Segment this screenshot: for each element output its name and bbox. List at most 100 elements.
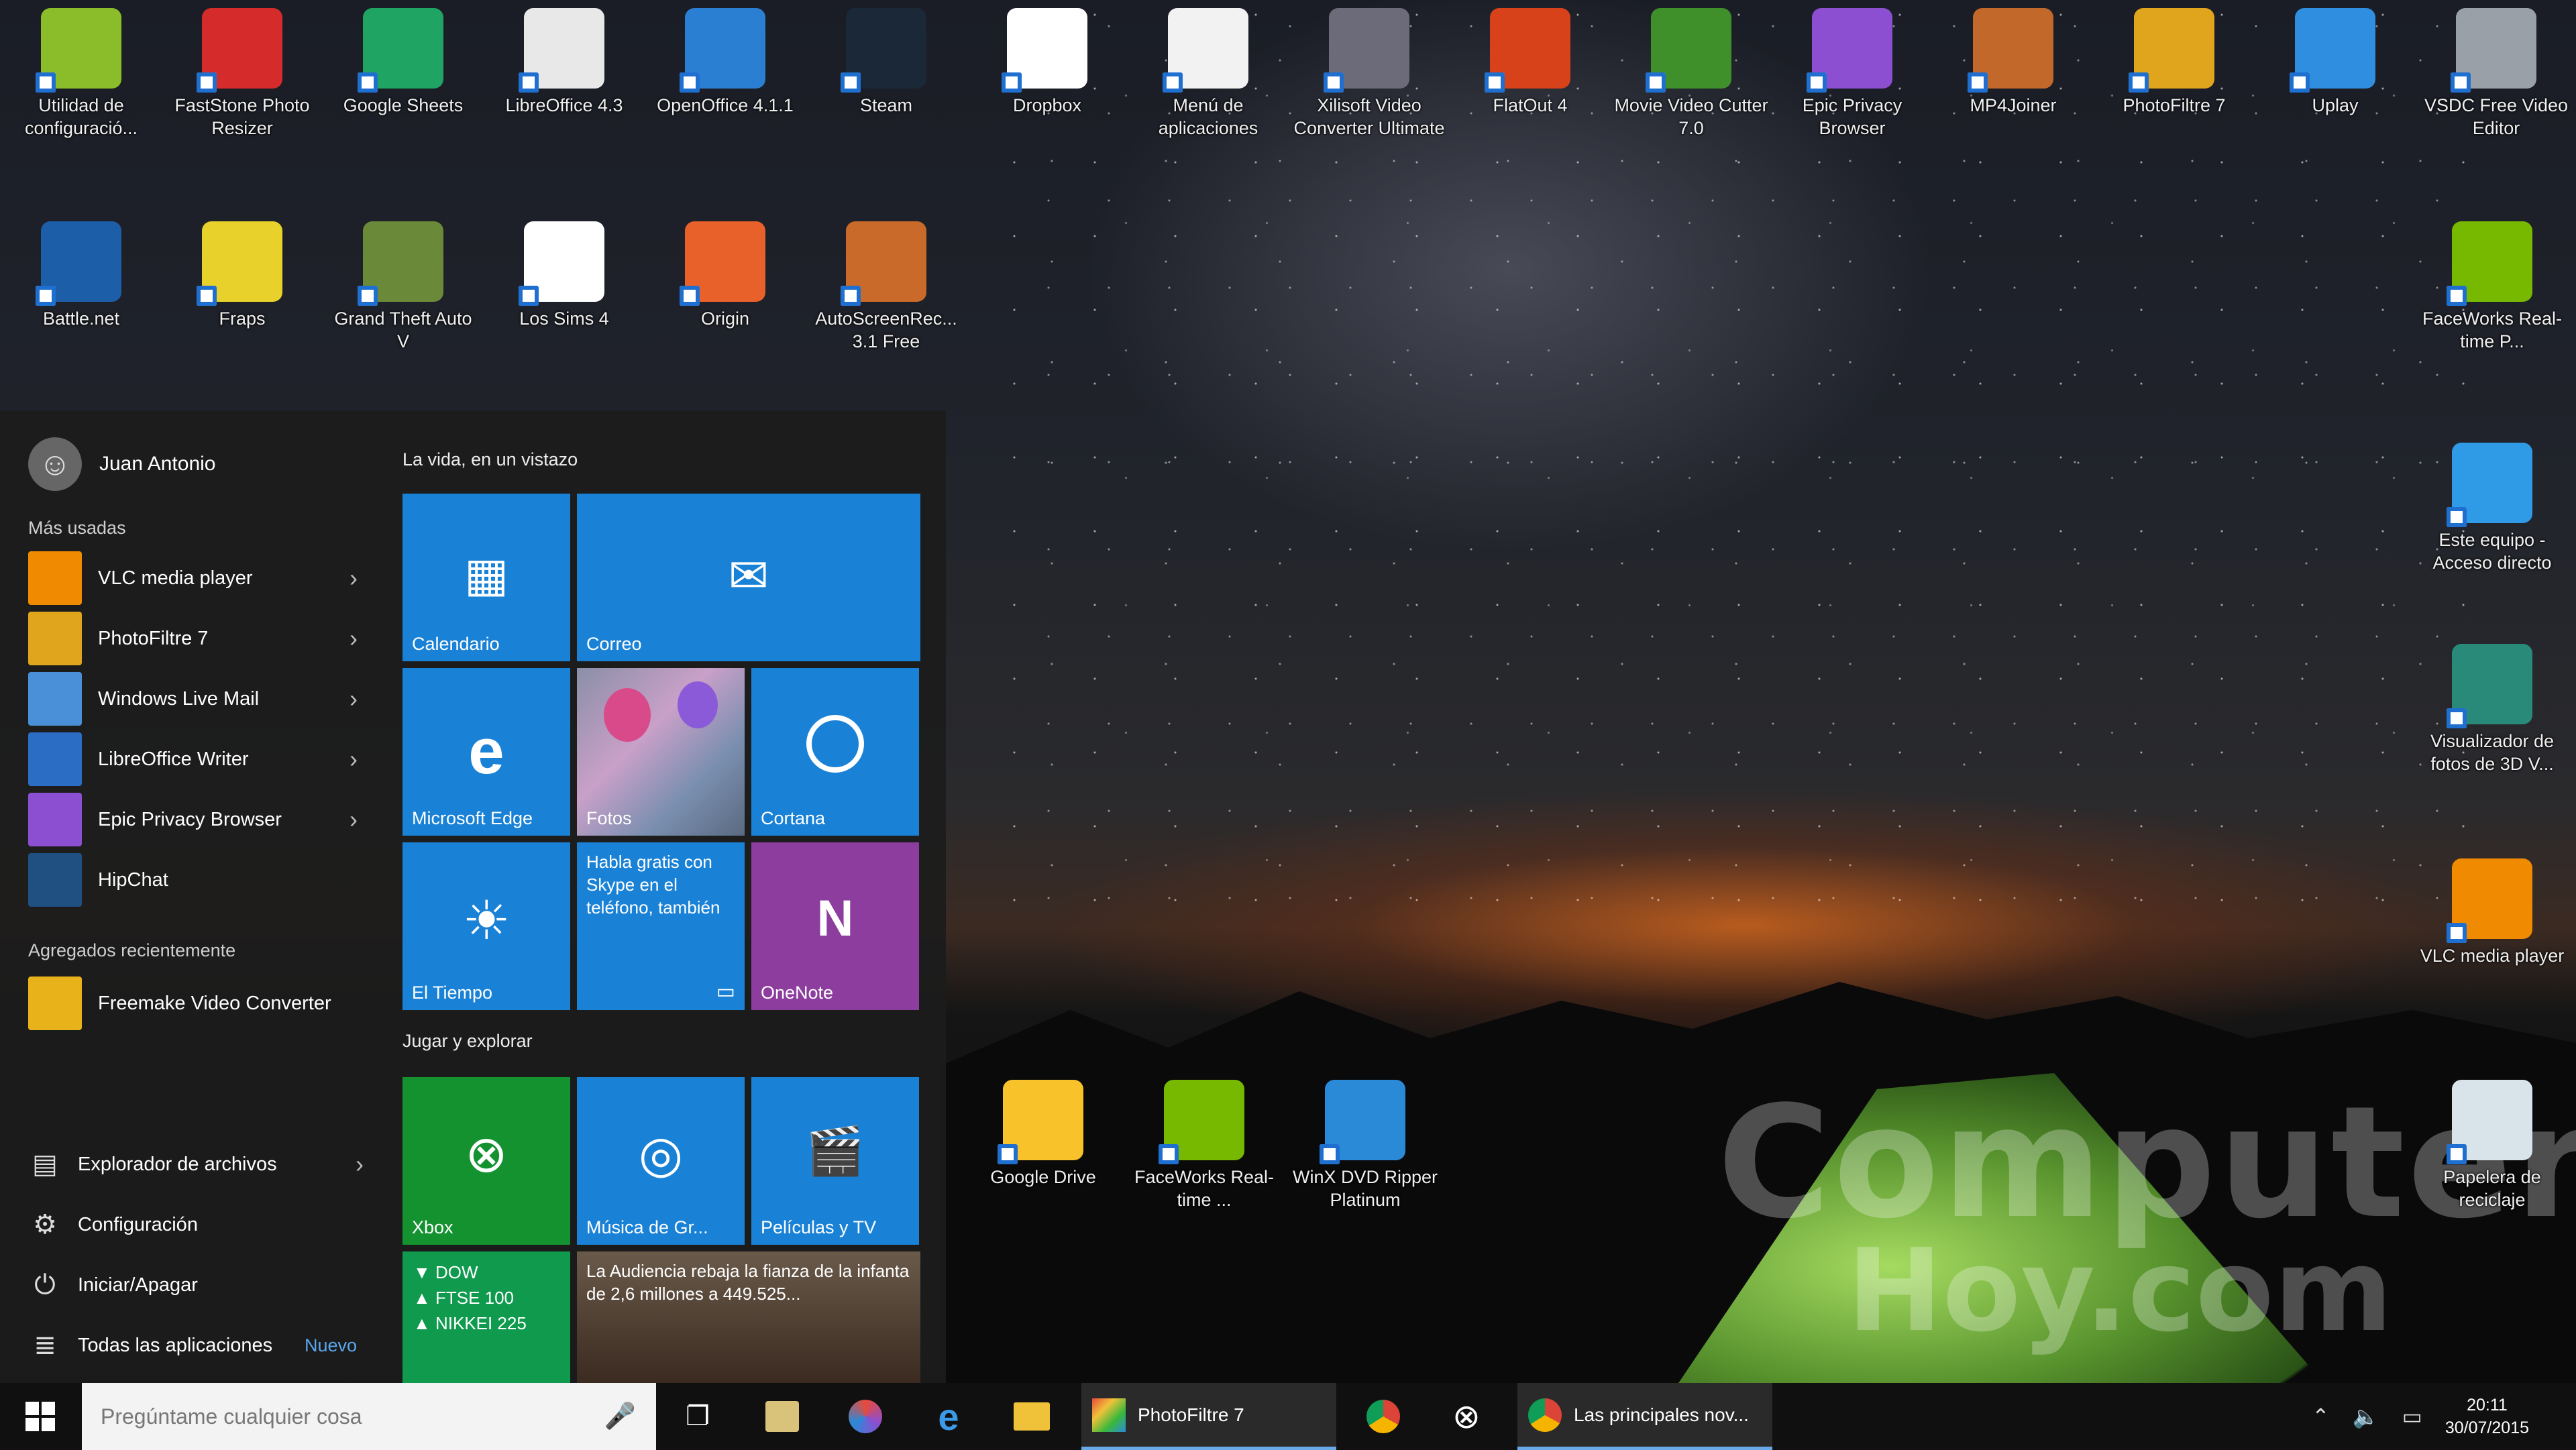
desktop-icon-winx-dvd-ripper-platinum[interactable]: WinX DVD Ripper Platinum (1288, 1080, 1442, 1211)
system-tray: ⌃ 🔈 ▭ 20:11 30/07/2015 (2312, 1383, 2576, 1450)
desktop-icon-utilidad-de-configuracio[interactable]: Utilidad de configuració... (4, 8, 158, 140)
desktop-icon-xilisoft-video-converter-ultimate[interactable]: Xilisoft Video Converter Ultimate (1292, 8, 1446, 140)
start-system-configuracion[interactable]: ⚙ Configuración (28, 1198, 364, 1251)
desktop-icon-visualizador-de-fotos-de-3d-v[interactable]: Visualizador de fotos de 3D V... (2415, 644, 2569, 775)
desktop-icon-papelera-de-reciclaje[interactable]: Papelera de reciclaje (2415, 1080, 2569, 1211)
start-system-todas-las-aplicaciones[interactable]: ≣ Todas las aplicaciones Nuevo (28, 1319, 364, 1372)
desktop-icon-menu-de-aplicaciones[interactable]: Menú de aplicaciones (1131, 8, 1285, 140)
desktop-icon-uplay[interactable]: Uplay (2258, 8, 2412, 117)
desktop-icon-google-drive[interactable]: Google Drive (966, 1080, 1120, 1188)
start-app-label: VLC media player (98, 567, 253, 589)
tile-groove-music[interactable]: ◎ Música de Gr... (577, 1077, 745, 1245)
epic-browser-icon (849, 1400, 882, 1433)
dropbox-icon (1002, 8, 1087, 93)
desktop-icon-grand-theft-auto-v[interactable]: Grand Theft Auto V (326, 221, 480, 353)
writer-icon (28, 732, 82, 786)
desktop-icon-label: LibreOffice 4.3 (505, 95, 623, 115)
start-app-libreoffice-writer[interactable]: LibreOffice Writer › (28, 732, 364, 786)
chevron-right-icon[interactable]: › (343, 564, 364, 592)
desktop-icon-google-sheets[interactable]: Google Sheets (326, 8, 480, 117)
tile-news[interactable]: La Audiencia rebaja la fianza de la infa… (577, 1251, 920, 1383)
desktop-icon-label: Xilisoft Video Converter Ultimate (1293, 95, 1445, 138)
start-app-windows-live-mail[interactable]: Windows Live Mail › (28, 672, 364, 726)
start-app-vlc-media-player[interactable]: VLC media player › (28, 551, 364, 605)
chevron-right-icon[interactable]: › (343, 685, 364, 713)
desktop-icon-label: Battle.net (42, 309, 120, 329)
taskbar-app-epic[interactable] (825, 1383, 906, 1450)
task-view-button[interactable]: ❐ (657, 1383, 738, 1450)
tile-cortana[interactable]: Cortana (751, 668, 919, 836)
desktop-icon-steam[interactable]: Steam (809, 8, 963, 117)
desktop-icon-vsdc-free-video-editor[interactable]: VSDC Free Video Editor (2419, 8, 2573, 140)
tile-edge[interactable]: e Microsoft Edge (402, 668, 570, 836)
movie-video-cutter-7-0-icon (1646, 8, 1731, 93)
tile-mail[interactable]: ✉ Correo (577, 494, 920, 661)
folder-icon: ▤ (32, 1150, 58, 1179)
volume-icon[interactable]: 🔈 (2353, 1404, 2379, 1429)
desktop-icon-epic-privacy-browser[interactable]: Epic Privacy Browser (1775, 8, 1929, 140)
tile-money[interactable]: ▼ DOW ▲ FTSE 100 ▲ NIKKEI 225 (402, 1251, 570, 1383)
photofiltre-icon (28, 612, 82, 665)
desktop-icon-label: Google Sheets (343, 95, 464, 115)
clock[interactable]: 20:11 30/07/2015 (2445, 1394, 2529, 1439)
tile-skype[interactable]: Habla gratis con Skype en el teléfono, t… (577, 842, 745, 1010)
start-app-epic-privacy-browser[interactable]: Epic Privacy Browser › (28, 793, 364, 846)
microphone-icon[interactable]: 🎤 (604, 1402, 636, 1431)
desktop-icon-label: Grand Theft Auto V (334, 309, 472, 351)
desktop-icon-faceworks-real-time[interactable]: FaceWorks Real-time ... (1127, 1080, 1281, 1211)
taskbar-window-chrome[interactable]: Las principales nov... (1517, 1383, 1772, 1450)
desktop-icon-dropbox[interactable]: Dropbox (970, 8, 1124, 117)
skype-phone-icon: ▭ (716, 981, 735, 1003)
search-box[interactable]: Pregúntame cualquier cosa 🎤 (82, 1383, 656, 1450)
start-app-hipchat[interactable]: HipChat (28, 853, 364, 907)
start-system-iniciar-apagar[interactable]: ⏻ Iniciar/Apagar (28, 1258, 364, 1312)
desktop-icon-battle-net[interactable]: Battle.net (4, 221, 158, 330)
taskbar-window-photofiltre[interactable]: PhotoFiltre 7 (1081, 1383, 1336, 1450)
tile-photos[interactable]: Fotos (577, 668, 745, 836)
desktop-icon-label: Epic Privacy Browser (1802, 95, 1902, 138)
taskbar-app-chrome[interactable] (1343, 1383, 1424, 1450)
desktop-icon-flatout-4[interactable]: FlatOut 4 (1453, 8, 1607, 117)
tile-xbox[interactable]: ⊗ Xbox (402, 1077, 570, 1245)
desktop-icon-movie-video-cutter-7-0[interactable]: Movie Video Cutter 7.0 (1614, 8, 1768, 140)
tile-movies[interactable]: 🎬 Películas y TV (751, 1077, 919, 1245)
desktop-icon-origin[interactable]: Origin (648, 221, 802, 330)
freemake-icon (28, 977, 82, 1030)
user-account[interactable]: ☺ Juan Antonio (28, 437, 215, 491)
desktop-icon-faceworks-real-time-p[interactable]: FaceWorks Real-time P... (2415, 221, 2569, 353)
taskbar-app-notepad[interactable] (742, 1383, 822, 1450)
photofiltre-icon (1092, 1398, 1126, 1432)
desktop-icon-photofiltre-7[interactable]: PhotoFiltre 7 (2097, 8, 2251, 117)
start-app-photofiltre-7[interactable]: PhotoFiltre 7 › (28, 612, 364, 665)
start-app-freemake-video-converter[interactable]: Freemake Video Converter (28, 977, 364, 1030)
chevron-right-icon[interactable]: › (343, 624, 364, 653)
desktop-icon-los-sims-4[interactable]: Los Sims 4 (487, 221, 641, 330)
chevron-right-icon[interactable]: › (343, 805, 364, 834)
start-system-label: Configuración (78, 1213, 198, 1235)
start-system-explorador-de-archivos[interactable]: ▤ Explorador de archivos › (28, 1137, 364, 1191)
start-button[interactable] (0, 1383, 80, 1450)
desktop-icon-label: WinX DVD Ripper Platinum (1292, 1167, 1438, 1210)
tile-weather[interactable]: ☀ El Tiempo (402, 842, 570, 1010)
desktop-icon-autoscreenrec-3-1-free[interactable]: AutoScreenRec... 3.1 Free (809, 221, 963, 353)
chevron-right-icon[interactable]: › (356, 1150, 364, 1178)
desktop-icon-mp4joiner[interactable]: MP4Joiner (1936, 8, 2090, 117)
taskbar-app-explorer[interactable] (991, 1383, 1072, 1450)
desktop-icon-fraps[interactable]: Fraps (165, 221, 319, 330)
chevron-right-icon[interactable]: › (343, 745, 364, 773)
desktop-icon-openoffice-4-1-1[interactable]: OpenOffice 4.1.1 (648, 8, 802, 117)
notification-icon[interactable]: ▭ (2402, 1404, 2422, 1429)
tile-label: Cortana (761, 808, 826, 828)
taskbar-app-xbox[interactable]: ⊗ (1426, 1383, 1507, 1450)
chevron-up-icon[interactable]: ⌃ (2312, 1404, 2330, 1429)
tile-onenote[interactable]: N OneNote (751, 842, 919, 1010)
taskbar-app-edge[interactable]: e (908, 1383, 989, 1450)
tile-label: El Tiempo (412, 983, 493, 1003)
desktop-icon-libreoffice-4-3[interactable]: LibreOffice 4.3 (487, 8, 641, 117)
tile-label: Música de Gr... (586, 1217, 708, 1237)
desktop-icon-faststone-photo-resizer[interactable]: FastStone Photo Resizer (165, 8, 319, 140)
desktop-icon-este-equipo-acceso-directo[interactable]: Este equipo - Acceso directo (2415, 443, 2569, 574)
desktop-icon-vlc-media-player[interactable]: VLC media player (2415, 858, 2569, 967)
tile-calendar[interactable]: ▦ Calendario (402, 494, 570, 661)
desktop-icon-label: FaceWorks Real-time P... (2422, 309, 2563, 351)
